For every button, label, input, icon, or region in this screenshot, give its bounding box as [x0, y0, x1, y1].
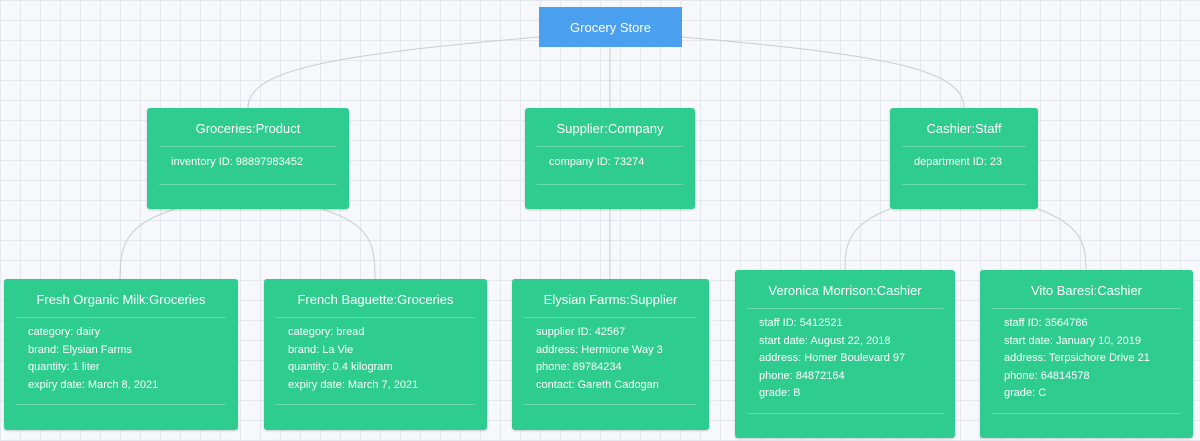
divider	[276, 404, 475, 405]
node-title: Elysian Farms:Supplier	[543, 292, 678, 307]
node-title: Fresh Organic Milk:Groceries	[36, 292, 206, 307]
divider	[16, 404, 226, 405]
node-attribute: staff ID: 5412521	[759, 317, 843, 329]
node-attribute: quantity: 1 liter	[28, 361, 100, 373]
node-vito-baresi[interactable]: Vito Baresi:Cashier staff ID: 3564786 st…	[980, 270, 1193, 438]
node-attribute: expiry date: March 8, 2021	[28, 378, 159, 391]
node-attribute: phone: 64814578	[1004, 369, 1090, 382]
node-title: Groceries:Product	[195, 121, 301, 136]
node-attribute: quantity: 0.4 kilogram	[288, 361, 393, 373]
node-elysian-farms-supplier[interactable]: Elysian Farms:Supplier supplier ID: 4256…	[512, 279, 709, 430]
node-supplier-company[interactable]: Supplier:Company company ID: 73274	[525, 108, 695, 209]
connector-groceries-milk	[119, 208, 176, 280]
node-attribute: phone: 89784234	[536, 361, 622, 373]
divider	[902, 184, 1026, 185]
node-attribute: address: Hermione Way 3	[536, 343, 663, 356]
node-veronica-morrison[interactable]: Veronica Morrison:Cashier staff ID: 5412…	[735, 270, 955, 438]
connector-root-cashier	[681, 36, 965, 109]
divider	[992, 413, 1181, 414]
root-node[interactable]: Grocery Store	[539, 7, 682, 47]
node-french-baguette[interactable]: French Baguette:Groceries category: brea…	[264, 279, 487, 430]
connector-cashier-veronica	[844, 208, 891, 271]
node-attribute: staff ID: 3564786	[1004, 317, 1088, 329]
connector-root-groceries	[247, 36, 540, 109]
node-attribute: department ID: 23	[914, 156, 1003, 168]
node-title: Veronica Morrison:Cashier	[768, 283, 922, 298]
node-attribute: brand: La Vie	[288, 343, 354, 356]
divider	[537, 184, 683, 185]
node-fresh-organic-milk[interactable]: Fresh Organic Milk:Groceries category: d…	[4, 279, 238, 430]
node-title: Vito Baresi:Cashier	[1030, 283, 1143, 298]
node-attribute: inventory ID: 98897983452	[171, 156, 304, 168]
diagram-canvas: Grocery Store Groceries:Product inventor…	[0, 0, 1200, 441]
node-attribute: grade: B	[759, 387, 801, 399]
connector-groceries-baguette	[321, 208, 376, 280]
node-groceries-product[interactable]: Groceries:Product inventory ID: 98897983…	[147, 108, 349, 209]
divider	[159, 184, 337, 185]
node-cashier-staff[interactable]: Cashier:Staff department ID: 23	[890, 108, 1038, 209]
node-attribute: start date: January 10, 2019	[1004, 334, 1141, 347]
node-attribute: expiry date: March 7, 2021	[288, 378, 419, 391]
node-attribute: address: Terpsichore Drive 21	[1004, 352, 1150, 364]
node-attribute: category: dairy	[28, 326, 101, 338]
node-attribute: supplier ID: 42567	[536, 326, 626, 338]
node-attribute: phone: 84872164	[759, 369, 845, 382]
node-attribute: start date: August 22, 2018	[759, 334, 891, 347]
node-title: Cashier:Staff	[926, 121, 1002, 136]
divider	[524, 404, 697, 405]
node-title: Supplier:Company	[556, 121, 664, 136]
node-attribute: contact: Gareth Cadogan	[536, 378, 659, 391]
node-attribute: address: Homer Boulevard 97	[759, 352, 906, 364]
node-attribute: category: bread	[288, 326, 365, 338]
node-attribute: company ID: 73274	[549, 156, 645, 168]
node-title: French Baguette:Groceries	[297, 292, 454, 307]
divider	[747, 413, 943, 414]
root-node-label: Grocery Store	[570, 19, 651, 35]
node-attribute: brand: Elysian Farms	[28, 343, 132, 356]
connector-cashier-vito	[1037, 208, 1087, 271]
node-attribute: grade: C	[1004, 387, 1047, 399]
